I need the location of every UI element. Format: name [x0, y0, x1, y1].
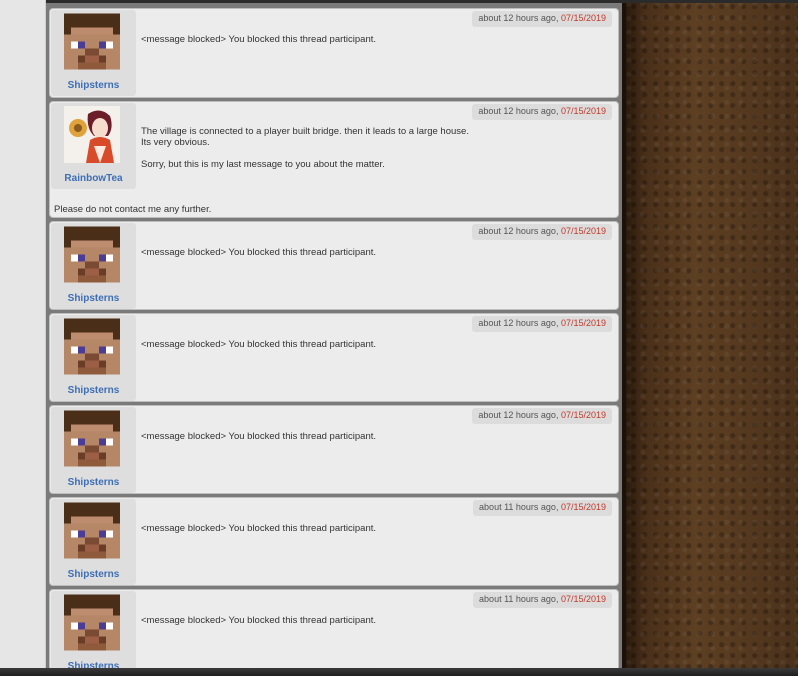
post-date: 07/15/2019: [560, 410, 606, 420]
time-relative: about 12 hours ago,: [478, 226, 561, 236]
steve-head-icon: [64, 13, 120, 70]
steve-head-icon: [64, 318, 120, 375]
post-timestamp: about 11 hours ago, 07/15/2019: [473, 592, 612, 608]
steve-head-icon: [64, 502, 120, 559]
avatar[interactable]: Shipsterns: [51, 315, 136, 401]
bottom-edge: [0, 668, 798, 676]
left-gutter: [0, 0, 46, 676]
post-timestamp: about 11 hours ago, 07/15/2019: [473, 500, 612, 516]
steve-head-icon: [64, 594, 120, 651]
post-timestamp: about 12 hours ago, 07/15/2019: [472, 408, 612, 424]
post: Shipsterns about 12 hours ago, 07/15/201…: [49, 8, 619, 98]
post-date: 07/15/2019: [560, 502, 606, 512]
username-link[interactable]: Shipsterns: [51, 293, 136, 304]
message-text: <message blocked> You blocked this threa…: [141, 247, 377, 258]
message-text: <message blocked> You blocked this threa…: [141, 615, 377, 626]
top-edge: [46, 0, 798, 3]
username-link[interactable]: Shipsterns: [51, 80, 136, 91]
time-relative: about 12 hours ago,: [478, 106, 561, 116]
post-date: 07/15/2019: [560, 13, 606, 23]
message-text: <message blocked> You blocked this threa…: [141, 523, 377, 534]
avatar[interactable]: Shipsterns: [51, 499, 136, 585]
message-line: Its very obvious.: [141, 137, 210, 148]
time-relative: about 11 hours ago,: [479, 502, 561, 512]
anime-girl-avatar-icon: [64, 106, 120, 163]
username-link[interactable]: RainbowTea: [51, 173, 136, 184]
steve-head-icon: [64, 226, 120, 283]
post: RainbowTea about 12 hours ago, 07/15/201…: [49, 101, 619, 218]
post-date: 07/15/2019: [560, 106, 606, 116]
post-timestamp: about 12 hours ago, 07/15/2019: [472, 104, 612, 120]
post: Shipsterns about 11 hours ago, 07/15/201…: [49, 497, 619, 586]
avatar[interactable]: Shipsterns: [51, 407, 136, 493]
time-relative: about 11 hours ago,: [479, 594, 561, 604]
post-date: 07/15/2019: [560, 594, 606, 604]
message-line: The village is connected to a player bui…: [141, 126, 469, 137]
post: Shipsterns about 12 hours ago, 07/15/201…: [49, 313, 619, 402]
background-texture: [622, 0, 798, 676]
username-link[interactable]: Shipsterns: [51, 569, 136, 580]
message-text: <message blocked> You blocked this threa…: [141, 431, 377, 442]
steve-head-icon: [64, 410, 120, 467]
time-relative: about 12 hours ago,: [478, 318, 561, 328]
avatar[interactable]: RainbowTea: [51, 103, 136, 189]
username-link[interactable]: Shipsterns: [51, 385, 136, 396]
avatar[interactable]: Shipsterns: [51, 10, 136, 96]
time-relative: about 12 hours ago,: [478, 410, 561, 420]
post: Shipsterns about 12 hours ago, 07/15/201…: [49, 221, 619, 310]
post-timestamp: about 12 hours ago, 07/15/2019: [472, 224, 612, 240]
post-date: 07/15/2019: [560, 318, 606, 328]
avatar[interactable]: Shipsterns: [51, 591, 136, 676]
post: Shipsterns about 11 hours ago, 07/15/201…: [49, 589, 619, 676]
time-relative: about 12 hours ago,: [478, 13, 561, 23]
username-link[interactable]: Shipsterns: [51, 477, 136, 488]
post-date: 07/15/2019: [560, 226, 606, 236]
message-line: Sorry, but this is my last message to yo…: [141, 159, 385, 170]
avatar[interactable]: Shipsterns: [51, 223, 136, 309]
message-footer: Please do not contact me any further.: [54, 204, 212, 215]
post-timestamp: about 12 hours ago, 07/15/2019: [472, 316, 612, 332]
post: Shipsterns about 12 hours ago, 07/15/201…: [49, 405, 619, 494]
post-timestamp: about 12 hours ago, 07/15/2019: [472, 11, 612, 27]
message-text: <message blocked> You blocked this threa…: [141, 34, 377, 45]
message-text: <message blocked> You blocked this threa…: [141, 339, 377, 350]
